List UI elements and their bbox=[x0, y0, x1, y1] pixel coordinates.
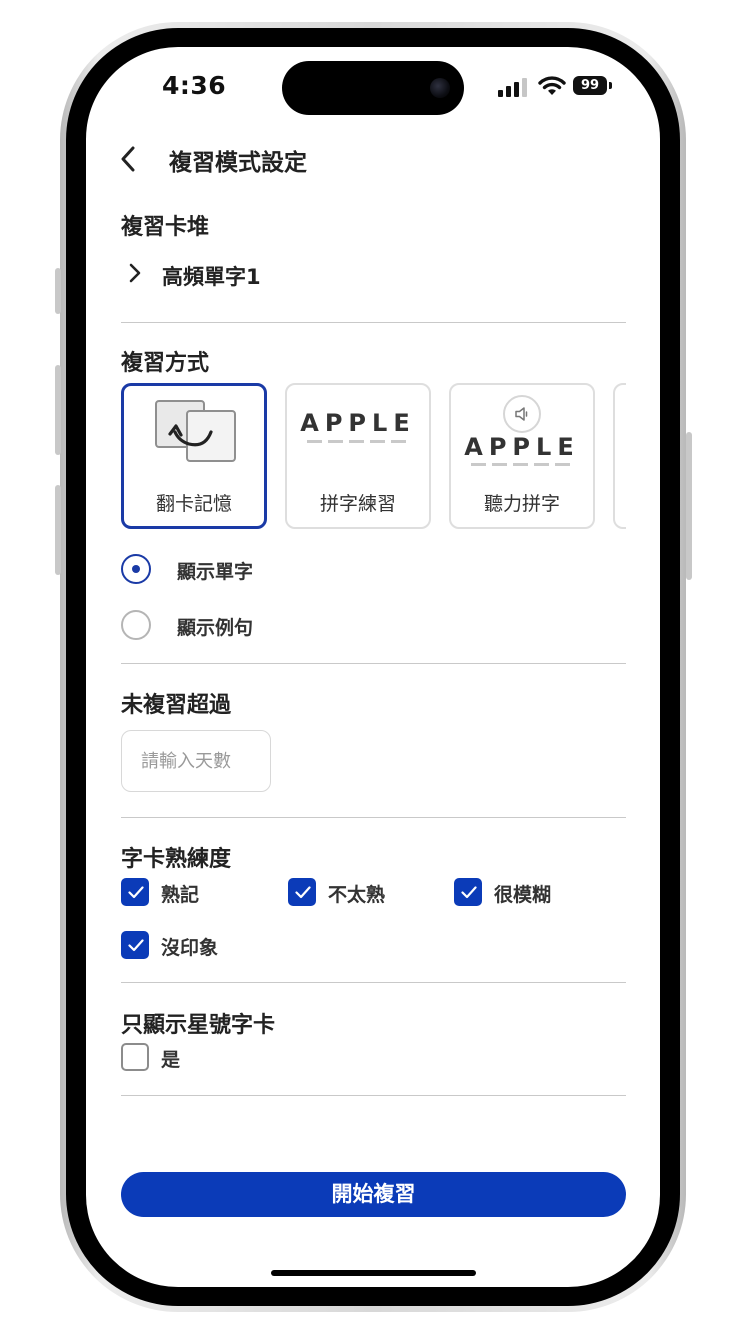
checkbox[interactable] bbox=[121, 931, 149, 959]
radio-show-word[interactable]: 顯示單字 bbox=[121, 552, 421, 586]
radio-label: 顯示例句 bbox=[177, 617, 254, 639]
power-button bbox=[686, 432, 692, 580]
divider bbox=[121, 663, 626, 664]
check-icon bbox=[128, 886, 144, 899]
starred-section-title: 只顯示星號字卡 bbox=[121, 1013, 276, 1038]
check-icon bbox=[128, 939, 144, 952]
checkbox[interactable] bbox=[121, 1043, 149, 1071]
proficiency-section-title: 字卡熟練度 bbox=[121, 847, 232, 872]
screen: 4:36 99 複習模式設定 複習卡堆 高頻單字1 複習方式 翻卡記憶 APPL… bbox=[86, 47, 660, 1287]
checkbox-starred-only[interactable]: 是 bbox=[121, 1042, 241, 1074]
checkbox[interactable] bbox=[454, 878, 482, 906]
volume-down-button bbox=[55, 485, 61, 575]
start-review-button[interactable]: 開始複習 bbox=[121, 1172, 626, 1217]
camera-icon bbox=[430, 78, 450, 98]
letter-underline bbox=[307, 440, 411, 443]
cellular-signal-icon bbox=[498, 77, 528, 97]
check-icon bbox=[461, 886, 477, 899]
chevron-right-icon bbox=[129, 263, 141, 283]
days-input[interactable] bbox=[121, 730, 271, 792]
check-icon bbox=[295, 886, 311, 899]
mode-card-listening[interactable]: APPLE 聽力拼字 bbox=[449, 383, 595, 529]
method-section-title: 複習方式 bbox=[121, 351, 210, 376]
status-time: 4:36 bbox=[162, 71, 227, 100]
battery-tip bbox=[609, 82, 612, 89]
overdue-section-title: 未複習超過 bbox=[121, 693, 232, 718]
checkbox-label: 熟記 bbox=[161, 884, 200, 906]
apple-word: APPLE bbox=[464, 433, 580, 461]
radio-button[interactable] bbox=[121, 554, 151, 584]
apple-word: APPLE bbox=[300, 409, 416, 437]
checkbox-no-impression[interactable]: 沒印象 bbox=[121, 930, 261, 962]
checkbox-memorized[interactable]: 熟記 bbox=[121, 877, 241, 909]
mode-card-label: 翻卡記憶 bbox=[155, 493, 232, 515]
checkbox[interactable] bbox=[121, 878, 149, 906]
radio-show-sentence[interactable]: 顯示例句 bbox=[121, 608, 421, 642]
checkbox[interactable] bbox=[288, 878, 316, 906]
checkbox-not-familiar[interactable]: 不太熟 bbox=[288, 877, 428, 909]
page-title: 複習模式設定 bbox=[169, 150, 307, 176]
checkbox-label: 很模糊 bbox=[494, 884, 552, 906]
mode-card-more[interactable] bbox=[613, 383, 626, 529]
mode-card-label: 拼字練習 bbox=[319, 493, 396, 515]
volume-up-button bbox=[55, 365, 61, 455]
dynamic-island bbox=[282, 61, 464, 115]
mode-card-list: 翻卡記憶 APPLE 拼字練習 APPLE 聽力拼字 bbox=[121, 383, 626, 529]
checkbox-label: 沒印象 bbox=[161, 937, 219, 959]
letter-underline bbox=[471, 463, 575, 466]
checkbox-label: 是 bbox=[161, 1049, 181, 1071]
radio-label: 顯示單字 bbox=[177, 561, 254, 583]
divider bbox=[121, 322, 626, 323]
deck-selector[interactable]: 高頻單字1 bbox=[121, 253, 421, 293]
wifi-icon bbox=[538, 76, 566, 95]
chevron-left-icon[interactable] bbox=[118, 144, 138, 174]
checkbox-label: 不太熟 bbox=[328, 884, 386, 906]
mode-card-label: 聽力拼字 bbox=[483, 493, 560, 515]
speaker-icon bbox=[503, 395, 541, 433]
radio-button[interactable] bbox=[121, 610, 151, 640]
divider bbox=[121, 1095, 626, 1096]
flip-card-icon bbox=[155, 400, 236, 462]
divider bbox=[121, 982, 626, 983]
divider bbox=[121, 817, 626, 818]
home-indicator[interactable] bbox=[271, 1270, 476, 1276]
deck-name: 高頻單字1 bbox=[162, 265, 261, 289]
action-button bbox=[55, 268, 61, 314]
battery-icon: 99 bbox=[573, 76, 607, 95]
mode-card-spelling[interactable]: APPLE 拼字練習 bbox=[285, 383, 431, 529]
checkbox-vague[interactable]: 很模糊 bbox=[454, 877, 594, 909]
deck-section-title: 複習卡堆 bbox=[121, 215, 210, 240]
mode-card-flip[interactable]: 翻卡記憶 bbox=[121, 383, 267, 529]
